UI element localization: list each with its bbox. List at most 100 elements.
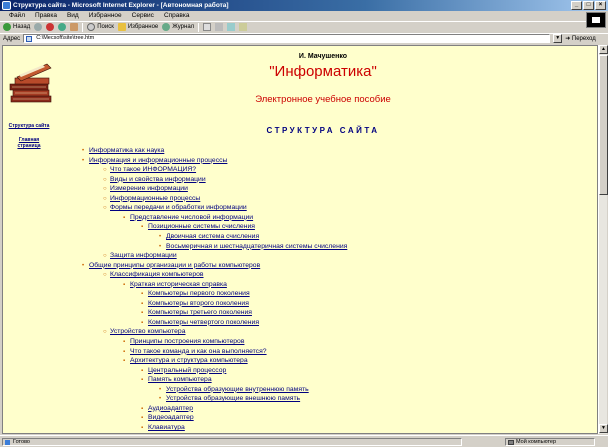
sidebar-structure-link[interactable]: Структура сайта (7, 123, 51, 129)
tree-link[interactable]: Защита информации (110, 252, 177, 260)
back-button[interactable]: Назад (3, 23, 30, 31)
tree-link[interactable]: Восьмеричная и шестнадцатеричная системы… (166, 243, 347, 251)
stop-button[interactable] (46, 23, 55, 31)
discuss-button[interactable] (239, 23, 248, 31)
page-title: "Информатика" (269, 63, 377, 80)
toolbar: Назад Поиск Избранное Журнал (0, 21, 586, 32)
menu-view[interactable]: Вид (62, 11, 84, 21)
tree-link[interactable]: Информационные процессы (110, 195, 200, 203)
home-button[interactable] (70, 23, 79, 31)
refresh-button[interactable] (58, 23, 67, 31)
page-subtitle: Электронное учебное пособие (255, 94, 391, 105)
page-author: И. Мачушенко (298, 53, 348, 60)
tree-bullet: • (159, 243, 162, 250)
tree-link[interactable]: Виды и свойства информации (110, 176, 206, 184)
tree-bullet: ▪ (141, 377, 144, 384)
menu-help[interactable]: Справка (159, 11, 195, 21)
page-content: Структура сайта Главная страница И. Мачу… (2, 45, 598, 434)
go-button[interactable]: ➜ Переход (565, 35, 596, 42)
window-title-bar: Структура сайта - Microsoft Internet Exp… (0, 0, 608, 11)
address-label: Адрес (3, 35, 21, 42)
sidebar-home-link[interactable]: Главная страница (15, 137, 43, 149)
books-icon (9, 63, 52, 103)
journal-button[interactable]: Журнал (162, 23, 194, 31)
tree-bullet: ○ (103, 195, 107, 202)
scroll-up-button[interactable]: ▲ (599, 45, 608, 54)
scroll-down-button[interactable]: ▼ (599, 424, 608, 433)
tree-bullet: • (159, 233, 162, 240)
tree-link[interactable]: Классификация компьютеров (110, 271, 204, 279)
refresh-icon (58, 23, 67, 31)
search-icon (87, 23, 96, 31)
tree-link[interactable]: Центральный процессор (148, 367, 226, 375)
mail-icon (203, 23, 212, 31)
scroll-thumb[interactable] (599, 55, 608, 195)
tree-link[interactable]: Информатика как наука (89, 147, 164, 155)
discuss-icon (239, 23, 248, 31)
vertical-scrollbar[interactable]: ▲ ▼ (598, 45, 608, 434)
window-title: Структура сайта - Microsoft Internet Exp… (13, 2, 229, 9)
print-icon (215, 23, 224, 31)
tree-link[interactable]: Аудиоадаптер (148, 405, 193, 413)
address-dropdown-button[interactable]: ▼ (553, 34, 563, 43)
tree-bullet: ▪ (123, 358, 126, 365)
tree-link[interactable]: Двоичная система счисления (166, 233, 259, 241)
tree-link[interactable]: Общие принципы организации и работы комп… (89, 262, 260, 270)
tree-link[interactable]: Компьютеры четвертого поколения (148, 319, 259, 327)
tree-link[interactable]: Принципы построения компьютеров (130, 338, 244, 346)
tree-link[interactable]: Клавиатура (148, 424, 185, 432)
history-icon (162, 23, 171, 31)
address-bar: Адрес C:\Mecsoft\site\tree.htm ▼ ➜ Перех… (0, 33, 608, 43)
minimize-button[interactable]: _ (571, 1, 582, 10)
tree-bullet: ○ (103, 329, 107, 336)
tree-link[interactable]: Краткая историческая справка (130, 281, 227, 289)
tree-link[interactable]: Компьютеры второго поколения (148, 300, 249, 308)
tree-link[interactable]: Что такое ИНФОРМАЦИЯ? (110, 166, 196, 174)
status-bar: Готово Мой компьютер (0, 435, 608, 447)
tree-link[interactable]: Память компьютера (148, 376, 212, 384)
menu-bar: Файл Правка Вид Избранное Сервис Справка (0, 11, 608, 21)
tree-bullet: ▪ (141, 310, 144, 317)
tree-bullet: ○ (103, 272, 107, 279)
mail-button[interactable] (203, 23, 212, 31)
tree-bullet: ▪ (141, 319, 144, 326)
tree-bullet: ▪ (141, 291, 144, 298)
ie-icon (2, 1, 11, 10)
menu-edit[interactable]: Правка (30, 11, 62, 21)
print-button[interactable] (215, 23, 224, 31)
tree-link[interactable]: Позиционные системы счисления (148, 223, 255, 231)
tree-bullet: ▪ (141, 224, 144, 231)
forward-button[interactable] (34, 23, 43, 31)
tree-bullet: ▪ (141, 300, 144, 307)
tree-link[interactable]: Устройства образующие внутреннюю память (166, 386, 309, 394)
maximize-button[interactable]: □ (583, 1, 594, 10)
tree-bullet: • (82, 148, 85, 154)
tree-link[interactable]: Видеоадаптер (148, 414, 194, 422)
structure-heading: СТРУКТУРА САЙТА (266, 126, 380, 135)
tree-link[interactable]: Архитектура и структура компьютера (130, 357, 248, 365)
tree-link[interactable]: Компьютеры третьего поколения (148, 309, 252, 317)
tree-link[interactable]: Устройства образующие внешнюю память (166, 395, 300, 403)
address-input[interactable]: C:\Mecsoft\site\tree.htm (23, 34, 551, 43)
tree-link[interactable]: Устройство компьютера (110, 328, 186, 336)
back-arrow-icon (3, 23, 11, 31)
tree-link[interactable]: Информация и информационные процессы (89, 157, 227, 165)
tree-bullet: ○ (103, 186, 107, 193)
computer-icon (508, 440, 514, 445)
close-button[interactable]: × (595, 1, 606, 10)
menu-favorites[interactable]: Избранное (84, 11, 127, 21)
tree-link[interactable]: Представление числовой информации (130, 214, 253, 222)
tree-link[interactable]: Компьютеры первого поколения (148, 290, 250, 298)
tree-link[interactable]: Измерение информации (110, 185, 188, 193)
tree-bullet: ▪ (123, 281, 126, 288)
tree-bullet: ▪ (141, 367, 144, 374)
menu-tools[interactable]: Сервис (127, 11, 159, 21)
menu-file[interactable]: Файл (4, 11, 30, 21)
edit-button[interactable] (227, 23, 236, 31)
tree-link[interactable]: Что такое команда и как она выполняется? (130, 348, 267, 356)
search-button[interactable]: Поиск (87, 23, 114, 31)
tree-link[interactable]: Формы передачи и обработки информации (110, 204, 247, 212)
favorites-button[interactable]: Избранное (117, 23, 158, 31)
tree-bullet: • (82, 262, 85, 269)
tree-bullet: ○ (103, 253, 107, 260)
